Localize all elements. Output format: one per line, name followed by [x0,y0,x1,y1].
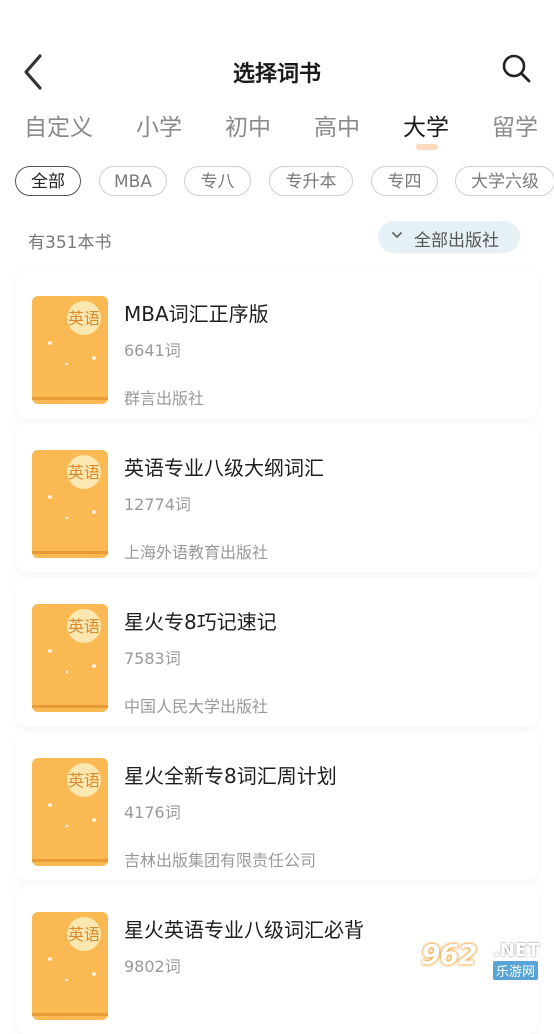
tab-university[interactable]: 大学 [403,108,449,142]
cover-label: 英语 [68,309,100,328]
cover-label: 英语 [68,771,100,790]
search-icon [502,54,531,83]
chip-all[interactable]: 全部 [15,166,81,196]
book-publisher: 上海外语教育出版社 [124,543,269,562]
book-word-count: 12774词 [124,495,191,514]
category-chips: 全部 MBA 专八 专升本 专四 大学六级 [0,166,554,202]
site-watermark: 962 .NET 乐游网 [415,937,551,981]
chip-tem4[interactable]: 专四 [371,166,438,196]
top-bar: 选择词书 [0,40,554,100]
book-title: MBA词汇正序版 [124,302,269,326]
chip-cet6[interactable]: 大学六级 [455,166,554,196]
book-cover-icon: 英语 [32,758,108,866]
book-word-count: 7583词 [124,649,181,668]
book-title: 星火全新专8词汇周计划 [124,764,337,788]
publisher-filter-label: 全部出版社 [414,231,499,251]
active-tab-indicator [416,144,438,150]
book-cover-icon: 英语 [32,296,108,404]
watermark-suffix: .NET [493,940,540,961]
watermark-main: 962 [421,938,477,971]
publisher-filter-dropdown[interactable]: 全部出版社 [378,221,520,253]
tab-senior-high[interactable]: 高中 [314,108,360,142]
tab-junior-high[interactable]: 初中 [225,108,271,142]
tab-study-abroad[interactable]: 留学 [492,108,538,142]
book-publisher: 吉林出版集团有限责任公司 [124,851,317,870]
search-button[interactable] [500,52,534,86]
cover-label: 英语 [68,463,100,482]
book-title: 星火英语专业八级词汇必背 [124,918,364,942]
cover-label: 英语 [68,617,100,636]
book-word-count: 9802词 [124,957,181,976]
book-word-count: 6641词 [124,341,181,360]
chip-upgrade[interactable]: 专升本 [269,166,353,196]
tab-primary-school[interactable]: 小学 [136,108,182,142]
book-card[interactable]: 英语 星火专8巧记速记 7583词 中国人民大学出版社 [16,578,538,726]
book-card[interactable]: 英语 英语专业八级大纲词汇 12774词 上海外语教育出版社 [16,424,538,572]
book-title: 英语专业八级大纲词汇 [124,456,324,480]
book-publisher: 群言出版社 [124,389,205,408]
book-count: 有351本书 [28,233,112,253]
book-title: 星火专8巧记速记 [124,610,277,634]
page-title: 选择词书 [232,62,321,87]
book-publisher: 中国人民大学出版社 [124,697,269,716]
book-cover-icon: 英语 [32,450,108,558]
level-tabs: 自定义 小学 初中 高中 大学 留学 [0,104,554,152]
chevron-down-icon [392,232,402,238]
book-card[interactable]: 英语 星火全新专8词汇周计划 4176词 吉林出版集团有限责任公司 [16,732,538,880]
book-cover-icon: 英语 [32,912,108,1020]
book-card[interactable]: 英语 MBA词汇正序版 6641词 群言出版社 [16,270,538,418]
tab-custom[interactable]: 自定义 [24,108,93,142]
cover-label: 英语 [68,925,100,944]
book-cover-icon: 英语 [32,604,108,712]
chip-tem8[interactable]: 专八 [184,166,251,196]
chip-mba[interactable]: MBA [99,166,167,196]
watermark-sub: 乐游网 [493,961,539,980]
book-word-count: 4176词 [124,803,181,822]
